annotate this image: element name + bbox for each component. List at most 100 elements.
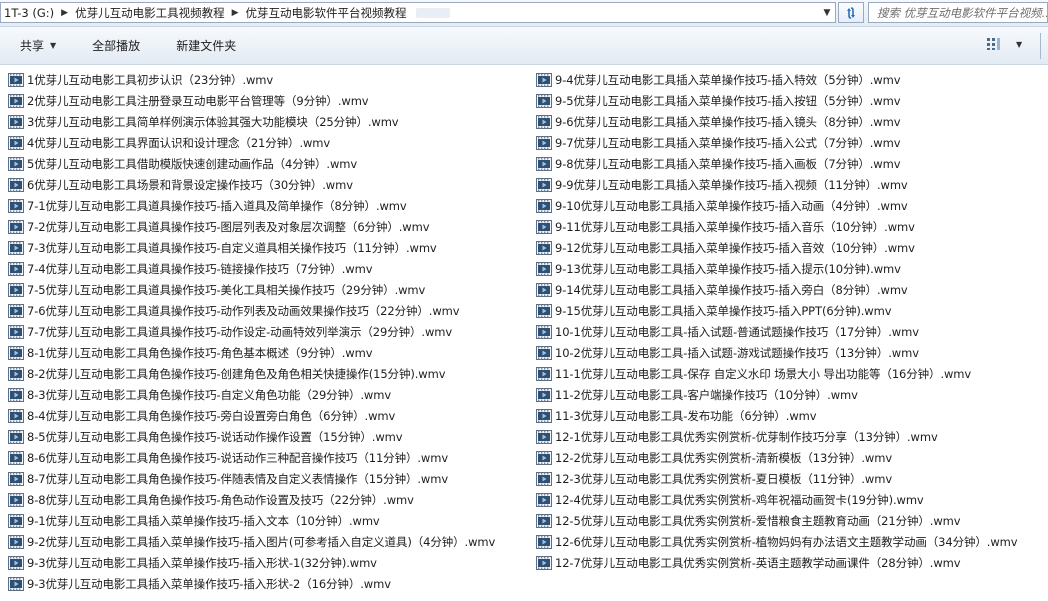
file-item[interactable]: 7-3优芽儿互动电影工具道具操作技巧-自定义道具相关操作技巧（11分钟）.wmv [8, 237, 495, 258]
file-item[interactable]: 12-5优芽儿互动电影工具优秀实例赏析-爱惜粮食主题教育动画（21分钟）.wmv [536, 510, 1017, 531]
file-name: 9-7优芽儿互动电影工具插入菜单操作技巧-插入公式（7分钟）.wmv [555, 135, 901, 150]
file-item[interactable]: 11-3优芽儿互动电影工具-发布功能（6分钟）.wmv [536, 405, 1017, 426]
file-item[interactable]: 7-1优芽儿互动电影工具道具操作技巧-插入道具及简单操作（8分钟）.wmv [8, 195, 495, 216]
file-item[interactable]: 8-2优芽儿互动电影工具角色操作技巧-创建角色及角色相关快捷操作(15分钟).w… [8, 363, 495, 384]
breadcrumb-arrow-icon[interactable]: ▶ [228, 8, 243, 18]
video-file-icon [536, 282, 552, 297]
file-item[interactable]: 8-4优芽儿互动电影工具角色操作技巧-旁白设置旁白角色（6分钟）.wmv [8, 405, 495, 426]
file-item[interactable]: 11-1优芽儿互动电影工具-保存 自定义水印 场景大小 导出功能等（16分钟）.… [536, 363, 1017, 384]
file-item[interactable]: 9-15优芽儿互动电影工具插入菜单操作技巧-插入PPT(6分钟).wmv [536, 300, 1017, 321]
file-item[interactable]: 9-1优芽儿互动电影工具插入菜单操作技巧-插入文本（10分钟）.wmv [8, 510, 495, 531]
file-name: 11-2优芽儿互动电影工具-客户端操作技巧（10分钟）.wmv [555, 387, 858, 402]
video-file-icon [536, 72, 552, 87]
file-item[interactable]: 8-6优芽儿互动电影工具角色操作技巧-说话动作三种配音操作技巧（11分钟）.wm… [8, 447, 495, 468]
video-file-icon [8, 387, 24, 402]
chevron-down-icon[interactable]: ▼ [1016, 40, 1022, 49]
file-item[interactable]: 9-4优芽儿互动电影工具插入菜单操作技巧-插入特效（5分钟）.wmv [536, 69, 1017, 90]
video-file-icon [8, 72, 24, 87]
address-history-dropdown-icon[interactable]: ▼ [819, 3, 835, 22]
file-name: 7-7优芽儿互动电影工具道具操作技巧-动作设定-动画特效列举演示（29分钟）.w… [27, 324, 453, 339]
file-item[interactable]: 9-5优芽儿互动电影工具插入菜单操作技巧-插入按钮（5分钟）.wmv [536, 90, 1017, 111]
file-item[interactable]: 9-3优芽儿互动电影工具插入菜单操作技巧-插入形状-2（16分钟）.wmv [8, 573, 495, 594]
file-name: 7-1优芽儿互动电影工具道具操作技巧-插入道具及简单操作（8分钟）.wmv [27, 198, 407, 213]
file-item[interactable]: 9-14优芽儿互动电影工具插入菜单操作技巧-插入旁白（8分钟）.wmv [536, 279, 1017, 300]
file-item[interactable]: 7-7优芽儿互动电影工具道具操作技巧-动作设定-动画特效列举演示（29分钟）.w… [8, 321, 495, 342]
video-file-icon [8, 429, 24, 444]
search-input[interactable] [877, 5, 1047, 20]
file-item[interactable]: 9-13优芽儿互动电影工具插入菜单操作技巧-插入提示(10分钟).wmv [536, 258, 1017, 279]
file-item[interactable]: 9-2优芽儿互动电影工具插入菜单操作技巧-插入图片(可参考插入自定义道具)（4分… [8, 531, 495, 552]
address-bar[interactable]: 1T-3 (G:) ▶ 优芽儿互动电影工具视频教程 ▶ 优芽互动电影软件平台视频… [0, 2, 836, 23]
file-item[interactable]: 4优芽儿互动电影工具界面认识和设计理念（21分钟）.wmv [8, 132, 495, 153]
file-item[interactable]: 12-3优芽儿互动电影工具优秀实例赏析-夏日模板（11分钟）.wmv [536, 468, 1017, 489]
video-file-icon [8, 240, 24, 255]
video-file-icon [8, 177, 24, 192]
file-list-area[interactable]: 1优芽儿互动电影工具初步认识（23分钟）.wmv 2优芽儿互动电影工具注册登录互… [0, 65, 1048, 601]
address-bar-row: 1T-3 (G:) ▶ 优芽儿互动电影工具视频教程 ▶ 优芽互动电影软件平台视频… [0, 0, 1048, 27]
breadcrumb-arrow-icon[interactable]: ▶ [57, 8, 72, 18]
file-item[interactable]: 10-2优芽儿互动电影工具-插入试题-游戏试题操作技巧（13分钟）.wmv [536, 342, 1017, 363]
video-file-icon [536, 324, 552, 339]
video-file-icon [8, 219, 24, 234]
play-all-button[interactable]: 全部播放 [82, 34, 150, 58]
file-item[interactable]: 9-8优芽儿互动电影工具插入菜单操作技巧-插入画板（7分钟）.wmv [536, 153, 1017, 174]
file-item[interactable]: 12-7优芽儿互动电影工具优秀实例赏析-英语主题教学动画课件（28分钟）.wmv [536, 552, 1017, 573]
file-item[interactable]: 8-8优芽儿互动电影工具角色操作技巧-角色动作设置及技巧（22分钟）.wmv [8, 489, 495, 510]
file-name: 9-2优芽儿互动电影工具插入菜单操作技巧-插入图片(可参考插入自定义道具)（4分… [27, 534, 496, 549]
file-item[interactable]: 9-9优芽儿互动电影工具插入菜单操作技巧-插入视频（11分钟）.wmv [536, 174, 1017, 195]
video-file-icon [8, 198, 24, 213]
search-box[interactable] [868, 2, 1048, 23]
new-folder-button[interactable]: 新建文件夹 [166, 34, 246, 58]
file-item[interactable]: 6优芽儿互动电影工具场景和背景设定操作技巧（30分钟）.wmv [8, 174, 495, 195]
file-item[interactable]: 3优芽儿互动电影工具简单样例演示体验其强大功能模块（25分钟）.wmv [8, 111, 495, 132]
video-file-icon [536, 471, 552, 486]
file-item[interactable]: 12-4优芽儿互动电影工具优秀实例赏析-鸡年祝福动画贺卡(19分钟).wmv [536, 489, 1017, 510]
file-item[interactable]: 9-3优芽儿互动电影工具插入菜单操作技巧-插入形状-1(32分钟).wmv [8, 552, 495, 573]
refresh-button[interactable] [838, 2, 864, 23]
file-item[interactable]: 7-4优芽儿互动电影工具道具操作技巧-链接操作技巧（7分钟）.wmv [8, 258, 495, 279]
breadcrumb-parent-folder[interactable]: 优芽儿互动电影工具视频教程 [72, 5, 228, 21]
file-item[interactable]: 8-1优芽儿互动电影工具角色操作技巧-角色基本概述（9分钟）.wmv [8, 342, 495, 363]
file-item[interactable]: 11-2优芽儿互动电影工具-客户端操作技巧（10分钟）.wmv [536, 384, 1017, 405]
video-file-icon [8, 345, 24, 360]
file-item[interactable]: 8-5优芽儿互动电影工具角色操作技巧-说话动作操作设置（15分钟）.wmv [8, 426, 495, 447]
file-item[interactable]: 7-2优芽儿互动电影工具道具操作技巧-图层列表及对象层次调整（6分钟）.wmv [8, 216, 495, 237]
video-file-icon [8, 576, 24, 591]
file-name: 2优芽儿互动电影工具注册登录互动电影平台管理等（9分钟）.wmv [27, 93, 369, 108]
file-name: 12-4优芽儿互动电影工具优秀实例赏析-鸡年祝福动画贺卡(19分钟).wmv [555, 492, 924, 507]
file-item[interactable]: 5优芽儿互动电影工具借助模版快速创建动画作品（4分钟）.wmv [8, 153, 495, 174]
file-item[interactable]: 10-1优芽儿互动电影工具-插入试题-普通试题操作技巧（17分钟）.wmv [536, 321, 1017, 342]
video-file-icon [536, 114, 552, 129]
video-file-icon [8, 324, 24, 339]
file-item[interactable]: 9-6优芽儿互动电影工具插入菜单操作技巧-插入镜头（8分钟）.wmv [536, 111, 1017, 132]
file-item[interactable]: 9-10优芽儿互动电影工具插入菜单操作技巧-插入动画（4分钟）.wmv [536, 195, 1017, 216]
video-file-icon [536, 261, 552, 276]
breadcrumb-current-folder[interactable]: 优芽互动电影软件平台视频教程 [243, 5, 410, 21]
file-item[interactable]: 2优芽儿互动电影工具注册登录互动电影平台管理等（9分钟）.wmv [8, 90, 495, 111]
video-file-icon [536, 513, 552, 528]
view-options-button[interactable]: ▼ [986, 37, 1022, 51]
video-file-icon [8, 555, 24, 570]
file-name: 9-3优芽儿互动电影工具插入菜单操作技巧-插入形状-1(32分钟).wmv [27, 555, 377, 570]
video-file-icon [536, 93, 552, 108]
video-file-icon [8, 492, 24, 507]
video-file-icon [8, 114, 24, 129]
file-name: 8-5优芽儿互动电影工具角色操作技巧-说话动作操作设置（15分钟）.wmv [27, 429, 403, 444]
file-item[interactable]: 9-7优芽儿互动电影工具插入菜单操作技巧-插入公式（7分钟）.wmv [536, 132, 1017, 153]
video-file-icon [536, 429, 552, 444]
file-item[interactable]: 12-6优芽儿互动电影工具优秀实例赏析-植物妈妈有办法语文主题教学动画（34分钟… [536, 531, 1018, 552]
file-item[interactable]: 7-5优芽儿互动电影工具道具操作技巧-美化工具相关操作技巧（29分钟）.wmv [8, 279, 495, 300]
file-item[interactable]: 12-1优芽儿互动电影工具优秀实例赏析-优芽制作技巧分享（13分钟）.wmv [536, 426, 1017, 447]
breadcrumb-drive[interactable]: 1T-3 (G:) [1, 6, 57, 20]
file-item[interactable]: 7-6优芽儿互动电影工具道具操作技巧-动作列表及动画效果操作技巧（22分钟）.w… [8, 300, 495, 321]
video-file-icon [536, 555, 552, 570]
file-item[interactable]: 8-3优芽儿互动电影工具角色操作技巧-自定义角色功能（29分钟）.wmv [8, 384, 495, 405]
file-item[interactable]: 9-12优芽儿互动电影工具插入菜单操作技巧-插入音效（10分钟）.wmv [536, 237, 1017, 258]
file-item[interactable]: 12-2优芽儿互动电影工具优秀实例赏析-清新模板（13分钟）.wmv [536, 447, 1017, 468]
file-item[interactable]: 8-7优芽儿互动电影工具角色操作技巧-伴随表情及自定义表情操作（15分钟）.wm… [8, 468, 495, 489]
file-item[interactable]: 9-11优芽儿互动电影工具插入菜单操作技巧-插入音乐（10分钟）.wmv [536, 216, 1017, 237]
file-item[interactable]: 1优芽儿互动电影工具初步认识（23分钟）.wmv [8, 69, 495, 90]
file-name: 8-3优芽儿互动电影工具角色操作技巧-自定义角色功能（29分钟）.wmv [27, 387, 392, 402]
share-button[interactable]: 共享 ▼ [10, 34, 66, 58]
file-column-left: 1优芽儿互动电影工具初步认识（23分钟）.wmv 2优芽儿互动电影工具注册登录互… [8, 69, 495, 594]
